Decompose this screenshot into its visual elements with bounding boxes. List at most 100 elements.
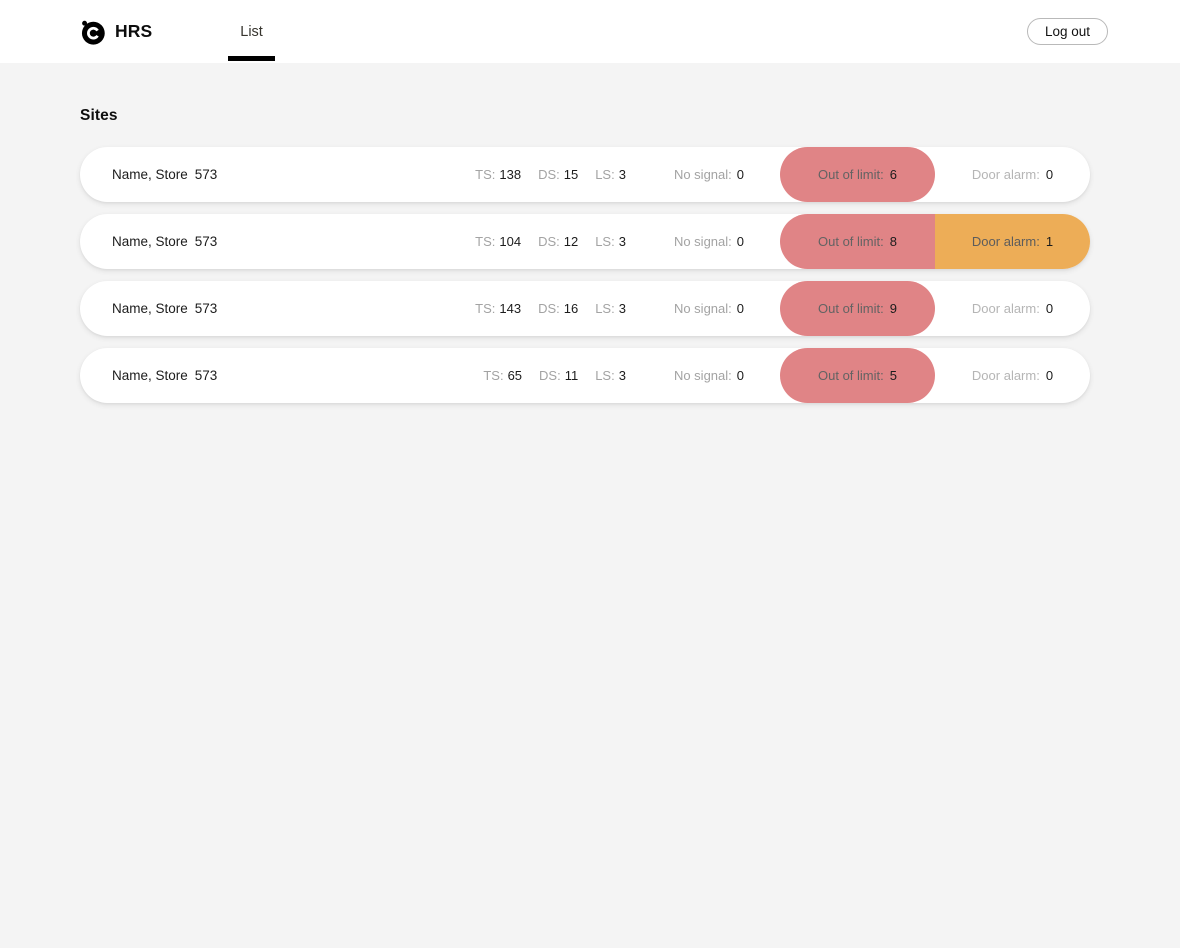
metric-no-signal-value: 0 <box>736 167 744 182</box>
metric-no-signal-label: No signal: <box>673 368 732 383</box>
site-store-number: 573 <box>194 167 218 182</box>
metric-ls: LS: 3 <box>595 234 626 249</box>
metric-no-signal-value: 0 <box>736 301 744 316</box>
brand: HRS <box>79 18 152 45</box>
metric-ls: LS: 3 <box>595 167 626 182</box>
metric-ts: TS: 143 <box>475 301 521 316</box>
metric-ds-label: DS: <box>538 234 560 249</box>
metric-ts-label: TS: <box>483 368 504 383</box>
site-store-number: 573 <box>194 234 218 249</box>
alarm-door[interactable]: Door alarm: 0 <box>935 147 1090 202</box>
metric-ts-value: 104 <box>499 234 522 249</box>
metric-no-signal-label: No signal: <box>673 301 732 316</box>
site-name-text: Name, Store <box>112 301 188 316</box>
metric-ts-value: 65 <box>507 368 523 383</box>
metric-ts-value: 143 <box>499 301 522 316</box>
site-row[interactable]: Name, Store 573 TS: 104 DS: 12 LS: 3 No s… <box>80 214 1090 269</box>
site-store-number: 573 <box>194 368 218 383</box>
alarm-out-of-limit[interactable]: Out of limit: 6 <box>780 147 935 202</box>
site-alarms: Out of limit: 5 Door alarm: 0 <box>780 348 1090 403</box>
alarm-out-of-limit[interactable]: Out of limit: 8 <box>780 214 935 269</box>
site-store-number: 573 <box>194 301 218 316</box>
site-name: Name, Store 573 <box>112 167 217 182</box>
tab-list-label: List <box>240 23 263 40</box>
logout-button[interactable]: Log out <box>1026 18 1108 45</box>
metric-ds-label: DS: <box>538 301 560 316</box>
alarm-door[interactable]: Door alarm: 1 <box>935 214 1090 269</box>
site-row[interactable]: Name, Store 573 TS: 138 DS: 15 LS: 3 No s… <box>80 147 1090 202</box>
metric-ds-value: 16 <box>563 301 579 316</box>
metric-ts-label: TS: <box>475 301 496 316</box>
site-metrics: TS: 65 DS: 11 LS: 3 <box>483 368 626 383</box>
metric-ds-value: 15 <box>563 167 579 182</box>
site-metrics: TS: 104 DS: 12 LS: 3 <box>475 234 626 249</box>
site-list: Name, Store 573 TS: 138 DS: 15 LS: 3 No s… <box>0 147 1180 403</box>
alarm-out-of-limit-value: 5 <box>889 368 897 383</box>
metric-ls-label: LS: <box>595 234 615 249</box>
alarm-door-value: 0 <box>1045 368 1054 383</box>
metric-ts: TS: 104 <box>475 234 521 249</box>
alarm-door[interactable]: Door alarm: 0 <box>935 281 1090 336</box>
alarm-door-label: Door alarm: <box>971 167 1040 182</box>
metric-ls-label: LS: <box>595 301 615 316</box>
site-row[interactable]: Name, Store 573 TS: 65 DS: 11 LS: 3 No si… <box>80 348 1090 403</box>
alarm-door-value: 0 <box>1045 167 1054 182</box>
site-alarms: Out of limit: 9 Door alarm: 0 <box>780 281 1090 336</box>
site-alarms: Out of limit: 6 Door alarm: 0 <box>780 147 1090 202</box>
alarm-door[interactable]: Door alarm: 0 <box>935 348 1090 403</box>
metric-ds-label: DS: <box>538 167 560 182</box>
site-metrics: TS: 143 DS: 16 LS: 3 <box>475 301 626 316</box>
alarm-door-label: Door alarm: <box>971 234 1040 249</box>
metric-no-signal: No signal: 0 <box>674 301 744 316</box>
alarm-door-value: 1 <box>1045 234 1054 249</box>
site-name-text: Name, Store <box>112 167 188 182</box>
circle-c-logo-icon <box>79 18 106 45</box>
main-nav: List <box>228 0 275 63</box>
metric-ds: DS: 16 <box>538 301 578 316</box>
metric-ds: DS: 15 <box>538 167 578 182</box>
alarm-door-label: Door alarm: <box>971 301 1040 316</box>
metric-no-signal-label: No signal: <box>673 167 732 182</box>
alarm-door-label: Door alarm: <box>971 368 1040 383</box>
metric-no-signal-label: No signal: <box>673 234 732 249</box>
metric-ds-value: 11 <box>564 368 579 383</box>
alarm-out-of-limit-label: Out of limit: <box>818 234 884 249</box>
site-row[interactable]: Name, Store 573 TS: 143 DS: 16 LS: 3 No s… <box>80 281 1090 336</box>
metric-ts: TS: 65 <box>483 368 522 383</box>
metric-ds: DS: 11 <box>539 368 578 383</box>
metric-no-signal: No signal: 0 <box>674 167 744 182</box>
tab-list[interactable]: List <box>228 0 275 63</box>
metric-no-signal-value: 0 <box>736 234 744 249</box>
site-metrics: TS: 138 DS: 15 LS: 3 <box>475 167 626 182</box>
metric-ds-label: DS: <box>539 368 561 383</box>
alarm-out-of-limit[interactable]: Out of limit: 5 <box>780 348 935 403</box>
app-header: HRS List Log out <box>0 0 1180 63</box>
alarm-out-of-limit-value: 8 <box>889 234 897 249</box>
site-name: Name, Store 573 <box>112 301 217 316</box>
site-name-text: Name, Store <box>112 368 188 383</box>
brand-name: HRS <box>115 21 153 41</box>
metric-ls-label: LS: <box>595 167 615 182</box>
metric-ls: LS: 3 <box>595 368 626 383</box>
metric-ts-label: TS: <box>475 234 496 249</box>
metric-no-signal: No signal: 0 <box>674 234 744 249</box>
alarm-door-value: 0 <box>1045 301 1054 316</box>
metric-ts-label: TS: <box>475 167 496 182</box>
site-name: Name, Store 573 <box>112 234 217 249</box>
alarm-out-of-limit-label: Out of limit: <box>818 368 884 383</box>
metric-ds: DS: 12 <box>538 234 578 249</box>
metric-ls-value: 3 <box>618 167 626 182</box>
alarm-out-of-limit-value: 9 <box>889 301 897 316</box>
site-name: Name, Store 573 <box>112 368 217 383</box>
metric-ls-label: LS: <box>595 368 615 383</box>
metric-ls: LS: 3 <box>595 301 626 316</box>
alarm-out-of-limit[interactable]: Out of limit: 9 <box>780 281 935 336</box>
metric-ds-value: 12 <box>563 234 579 249</box>
alarm-out-of-limit-label: Out of limit: <box>818 167 884 182</box>
metric-ls-value: 3 <box>618 301 626 316</box>
metric-ts: TS: 138 <box>475 167 521 182</box>
site-alarms: Out of limit: 8 Door alarm: 1 <box>780 214 1090 269</box>
metric-ls-value: 3 <box>618 368 626 383</box>
metric-ts-value: 138 <box>499 167 522 182</box>
metric-ls-value: 3 <box>618 234 626 249</box>
